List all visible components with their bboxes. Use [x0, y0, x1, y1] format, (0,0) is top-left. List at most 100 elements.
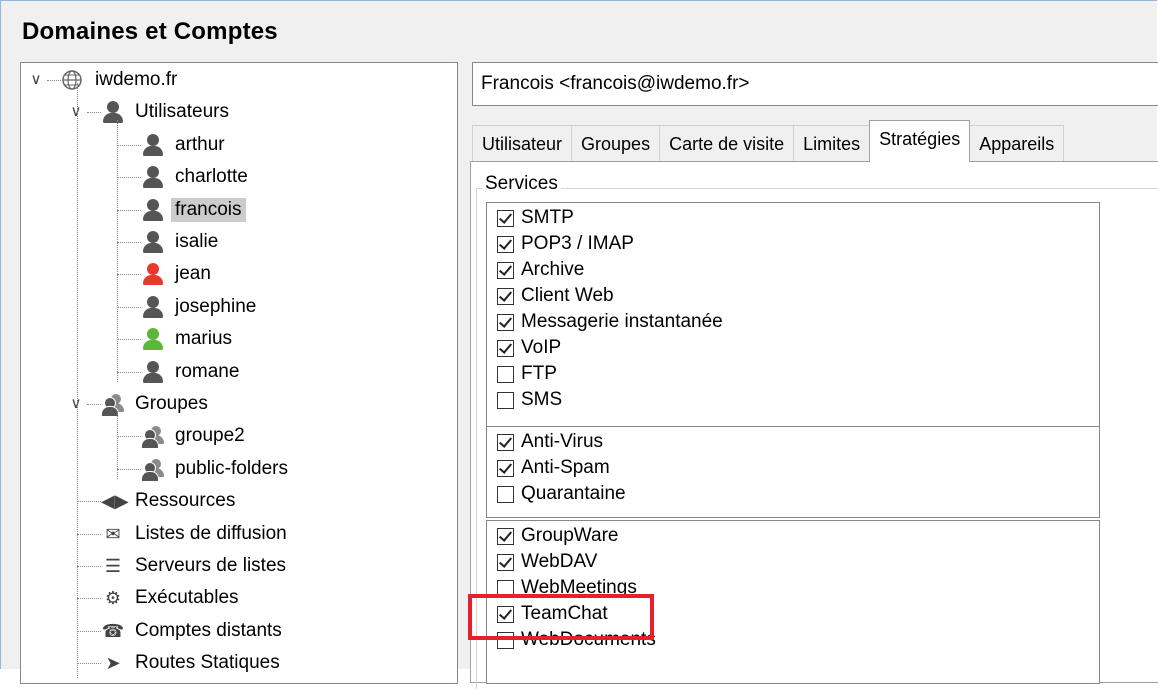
tree-connector [117, 436, 141, 438]
tree-connector [77, 630, 101, 632]
service-archive[interactable]: Archive [487, 257, 1099, 283]
tree-connector [77, 566, 101, 567]
resources-icon: ◀▶ [101, 491, 129, 512]
page-title: Domaines et Comptes [22, 18, 278, 45]
checkbox[interactable] [497, 365, 514, 383]
tree-item-label: francois [171, 197, 246, 222]
checkbox[interactable] [497, 313, 514, 331]
tab-carte-de-visite[interactable]: Carte de visite [659, 125, 795, 162]
checkbox[interactable] [497, 527, 514, 545]
tree-item-user-josephine[interactable]: josephine [141, 292, 260, 322]
tree-item-group-groupe2[interactable]: groupe2 [141, 421, 249, 451]
tree-connector [87, 112, 101, 114]
checkbox[interactable] [497, 553, 514, 571]
tab-groupes[interactable]: Groupes [571, 125, 661, 162]
services-label: Services [482, 173, 561, 195]
checkbox[interactable] [497, 261, 514, 279]
route-arrow-icon: ➤ [105, 653, 121, 674]
tree-item-label: Groupes [135, 393, 208, 414]
globe-icon [61, 69, 85, 91]
tree-connector [117, 209, 141, 211]
checkbox[interactable] [497, 235, 514, 253]
tree-item-comptes-distants[interactable]: ☎ Comptes distants [101, 616, 286, 646]
group-icon [141, 425, 165, 450]
service-quarantaine[interactable]: Quarantaine [487, 481, 1099, 507]
tab-appareils[interactable]: Appareils [969, 125, 1065, 162]
chevron-down-icon[interactable]: ∨ [69, 104, 83, 119]
checkbox[interactable] [497, 433, 514, 451]
tree-item-routes-statiques[interactable]: ➤ Routes Statiques [101, 648, 284, 678]
tree-item-user-romane[interactable]: romane [141, 357, 243, 387]
user-icon [141, 263, 165, 286]
services-list-1: SMTP POP3 / IMAP Archive Client Web Messager… [486, 202, 1100, 428]
domain-tree[interactable]: ∨ iwdemo.fr ∨ Utilisateurs arthur charlotte fr… [20, 62, 458, 684]
tree-item-domain[interactable]: iwdemo.fr [61, 65, 181, 95]
service-voip[interactable]: VoIP [487, 335, 1099, 361]
service-pop3-imap[interactable]: POP3 / IMAP [487, 231, 1099, 257]
tree-item-label: Utilisateurs [135, 101, 229, 123]
service-label: WebDAV [521, 551, 598, 572]
tree-item-user-charlotte[interactable]: charlotte [141, 162, 252, 192]
tree-item-label: isalie [175, 231, 219, 252]
remote-account-icon: ☎ [101, 620, 125, 641]
tree-item-label: charlotte [175, 166, 248, 188]
user-icon [141, 133, 165, 156]
service-label: Messagerie instantanée [521, 311, 723, 332]
tab-limites[interactable]: Limites [793, 125, 871, 162]
tree-item-user-isalie[interactable]: isalie [141, 227, 222, 257]
service-ftp[interactable]: FTP [487, 361, 1099, 387]
tree-connector [77, 501, 101, 503]
service-label: SMTP [521, 207, 574, 228]
service-label: Anti-Spam [521, 457, 610, 478]
service-smtp[interactable]: SMTP [487, 205, 1099, 231]
tree-item-ex-cutables[interactable]: ⚙ Exécutables [101, 583, 243, 613]
service-messagerie-instantan-e[interactable]: Messagerie instantanée [487, 309, 1099, 335]
tab-strat-gies[interactable]: Stratégies [869, 120, 971, 162]
tree-item-label: arthur [175, 133, 225, 155]
mailing-list-icon: ✉ [105, 523, 121, 544]
service-client-web[interactable]: Client Web [487, 283, 1099, 309]
user-icon [101, 101, 125, 124]
tree-item-label: Routes Statiques [135, 652, 280, 674]
tree-connector [117, 242, 141, 243]
tree-item-user-marius[interactable]: marius [141, 324, 236, 354]
tree-item-label: Listes de diffusion [135, 522, 287, 544]
account-field: Francois <francois@iwdemo.fr> [472, 62, 1158, 106]
tab-strip: Utilisateur Groupes Carte de visite Limites… [472, 120, 1065, 162]
tree-item-serveurs-de-listes[interactable]: ☰ Serveurs de listes [101, 551, 290, 581]
service-anti-virus[interactable]: Anti-Virus [487, 429, 1099, 455]
service-webdav[interactable]: WebDAV [487, 549, 1099, 575]
checkbox[interactable] [497, 287, 514, 305]
service-label: Quarantaine [521, 483, 626, 504]
checkbox[interactable] [497, 339, 514, 357]
tree-item-user-arthur[interactable]: arthur [141, 130, 229, 160]
checkbox[interactable] [497, 485, 514, 503]
tree-connector [117, 119, 118, 382]
tree-connector [77, 663, 101, 665]
user-icon [141, 231, 165, 253]
tree-connector [117, 274, 141, 276]
tree-item-ressources[interactable]: ◀▶ Ressources [101, 486, 239, 516]
checkbox[interactable] [497, 459, 514, 477]
tab-utilisateur[interactable]: Utilisateur [472, 125, 573, 162]
tree-item-user-francois[interactable]: francois [141, 195, 246, 225]
tree-item-label: public-folders [175, 457, 288, 479]
chevron-down-icon[interactable]: ∨ [29, 72, 43, 87]
tree-item-group-public-folders[interactable]: public-folders [141, 454, 292, 484]
tree-item-label: romane [175, 360, 240, 382]
tree-item-users-folder[interactable]: Utilisateurs [101, 97, 233, 127]
chevron-down-icon[interactable]: ∨ [69, 396, 83, 411]
tree-connector [47, 80, 61, 81]
gear-icon: ⚙ [104, 588, 122, 609]
service-anti-spam[interactable]: Anti-Spam [487, 455, 1099, 481]
service-groupware[interactable]: GroupWare [487, 523, 1099, 549]
checkbox[interactable] [497, 391, 514, 409]
service-sms[interactable]: SMS [487, 387, 1099, 413]
tree-item-label: josephine [175, 295, 257, 317]
service-label: SMS [521, 389, 563, 410]
checkbox[interactable] [497, 209, 514, 227]
tree-item-listes-de-diffusion[interactable]: ✉ Listes de diffusion [101, 519, 291, 549]
service-label: VoIP [521, 337, 562, 358]
user-icon [141, 328, 165, 351]
tree-item-user-jean[interactable]: jean [141, 259, 215, 289]
